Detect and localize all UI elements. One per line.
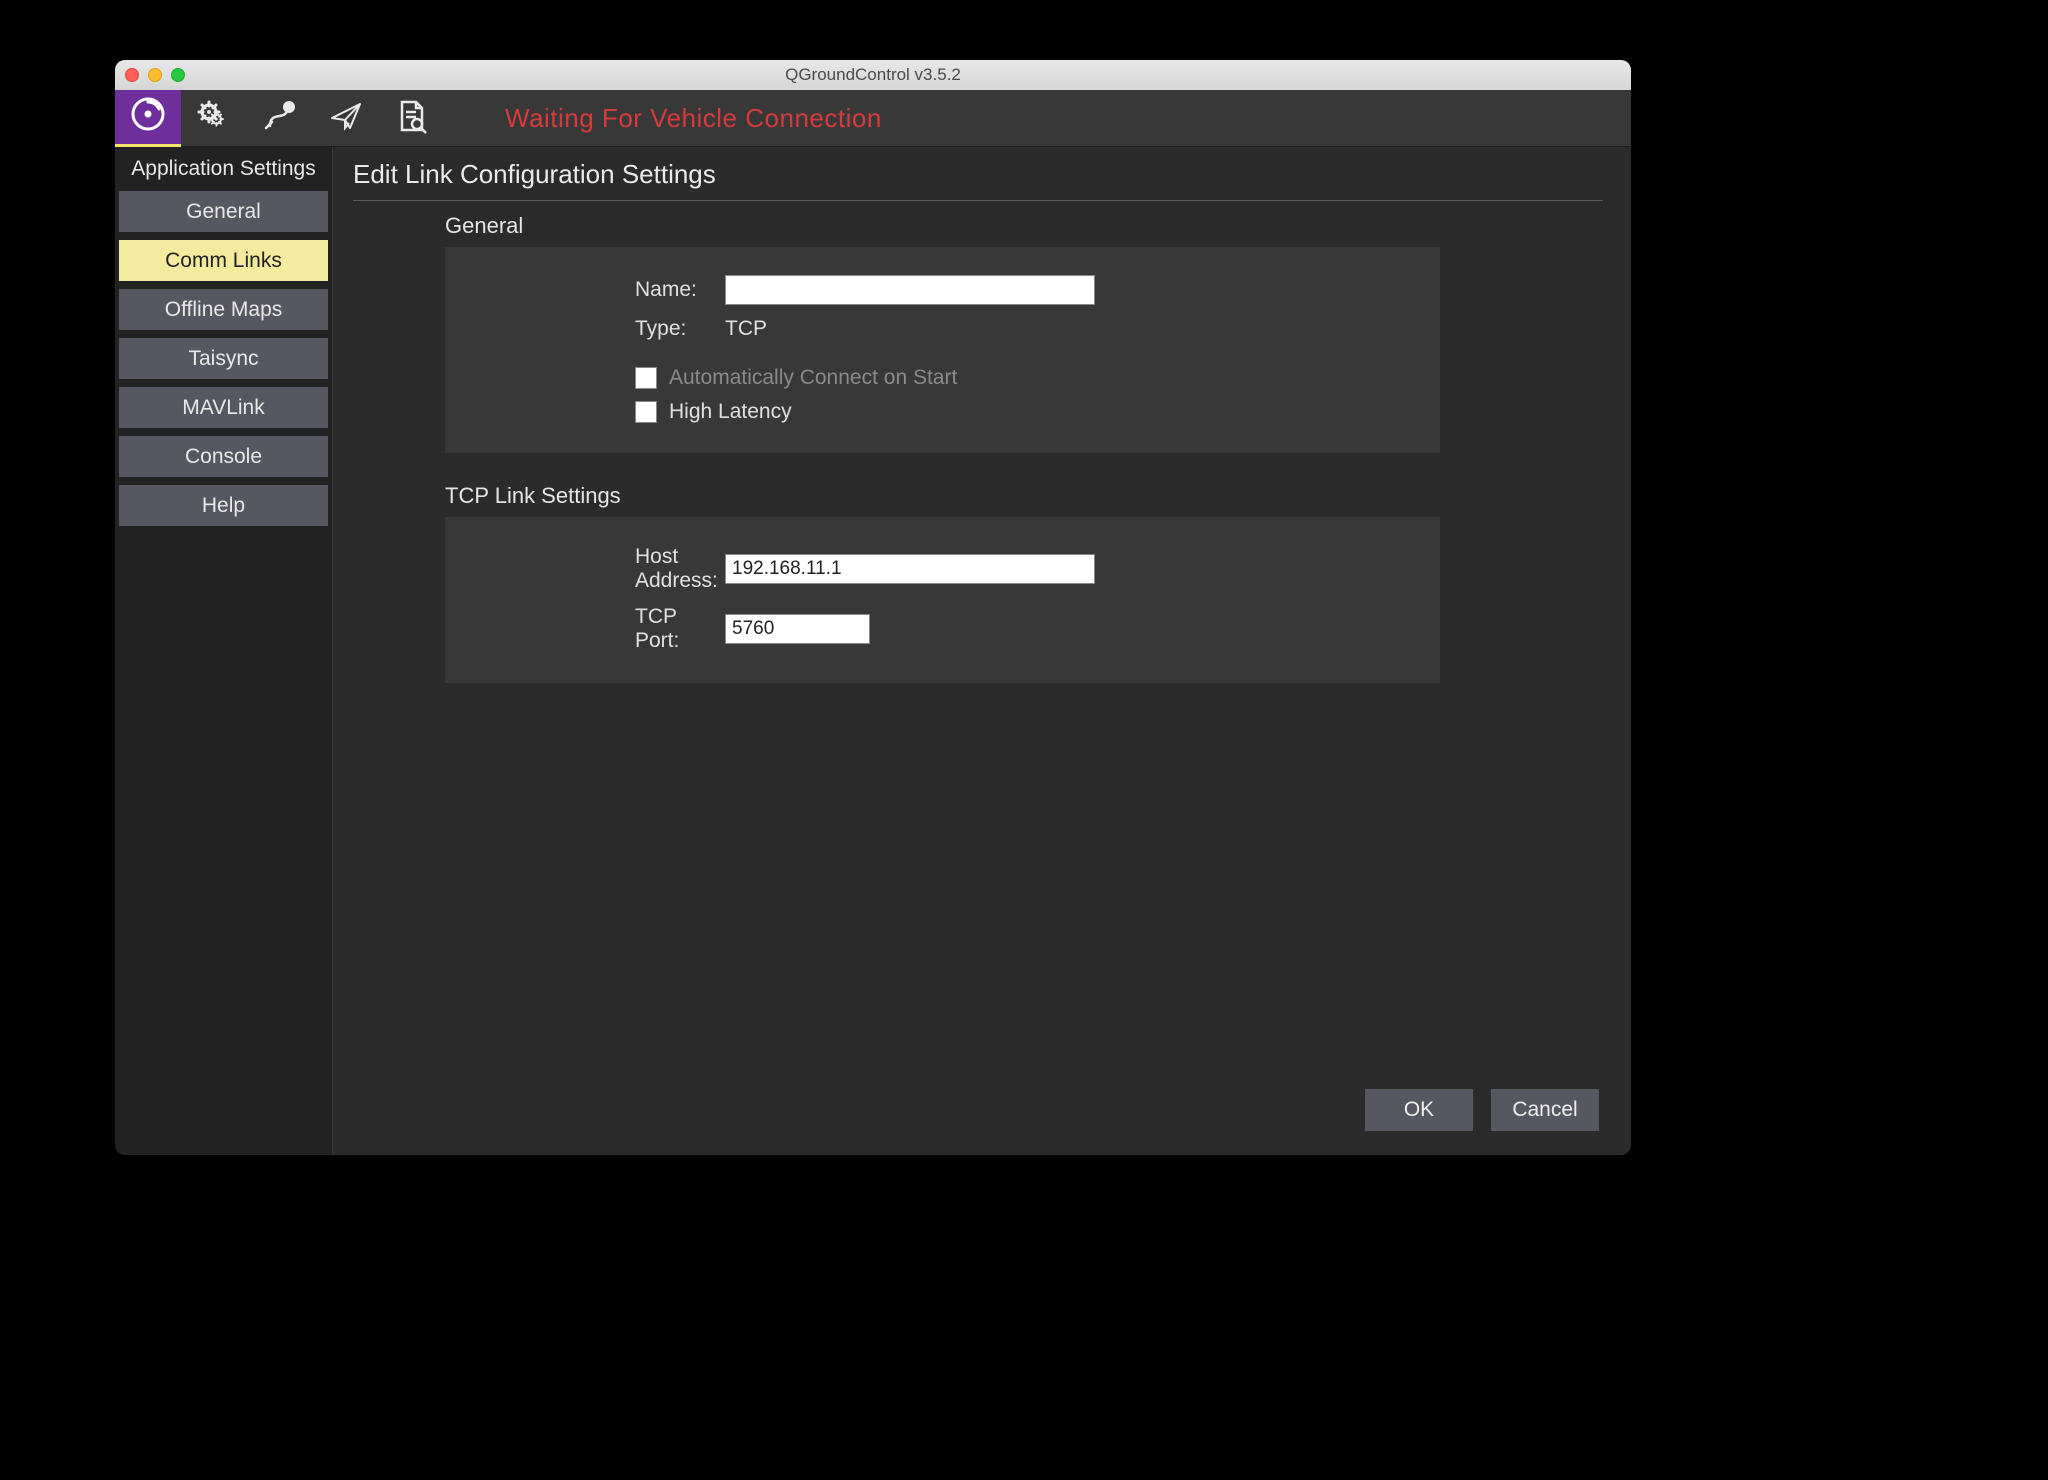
sidebar: Application Settings General Comm Links … — [115, 147, 333, 1155]
high-latency-row: High Latency — [465, 395, 1420, 429]
type-label: Type: — [465, 317, 725, 341]
port-row: TCP Port: — [465, 599, 1420, 659]
gears-icon — [196, 98, 232, 139]
sidebar-item-label: Comm Links — [165, 249, 282, 273]
auto-connect-checkbox[interactable] — [635, 367, 657, 389]
tcp-panel: Host Address: TCP Port: — [445, 517, 1440, 683]
type-value: TCP — [725, 317, 767, 341]
app-window: QGroundControl v3.5.2 B — [115, 60, 1631, 1155]
tcp-port-input[interactable] — [725, 614, 870, 644]
main-toolbar: B Waiting For Vehicle Connection — [115, 90, 1631, 147]
fly-toolbar-button[interactable] — [313, 90, 379, 147]
window-controls — [125, 68, 185, 82]
window-title: QGroundControl v3.5.2 — [115, 65, 1631, 85]
sidebar-item-mavlink[interactable]: MAVLink — [119, 387, 328, 428]
name-label: Name: — [465, 278, 725, 302]
sidebar-item-label: Help — [202, 494, 245, 518]
qgc-logo-icon — [130, 96, 166, 137]
document-search-icon — [394, 98, 430, 139]
sidebar-item-label: General — [186, 200, 261, 224]
minimize-window-button[interactable] — [148, 68, 162, 82]
plan-toolbar-button[interactable]: B — [247, 90, 313, 147]
waypoint-icon: B — [262, 98, 298, 139]
sidebar-title: Application Settings — [119, 155, 328, 187]
settings-toolbar-button[interactable] — [115, 90, 181, 147]
sidebar-item-label: Console — [185, 445, 262, 469]
high-latency-label: High Latency — [669, 400, 792, 424]
ok-button-label: OK — [1404, 1098, 1434, 1122]
titlebar: QGroundControl v3.5.2 — [115, 60, 1631, 90]
sidebar-item-comm-links[interactable]: Comm Links — [119, 240, 328, 281]
type-row: Type: TCP — [465, 311, 1420, 347]
page-title: Edit Link Configuration Settings — [353, 159, 1603, 200]
tcp-heading: TCP Link Settings — [445, 483, 1603, 509]
name-input[interactable] — [725, 275, 1095, 305]
sidebar-item-label: Offline Maps — [165, 298, 283, 322]
cancel-button[interactable]: Cancel — [1491, 1089, 1599, 1131]
port-label: TCP Port: — [465, 605, 725, 653]
maximize-window-button[interactable] — [171, 68, 185, 82]
analyze-toolbar-button[interactable] — [379, 90, 445, 147]
sidebar-item-taisync[interactable]: Taisync — [119, 338, 328, 379]
divider — [353, 200, 1603, 201]
sidebar-item-general[interactable]: General — [119, 191, 328, 232]
tcp-section: TCP Link Settings Host Address: TCP Port… — [445, 483, 1603, 683]
connection-status: Waiting For Vehicle Connection — [505, 103, 882, 134]
host-label: Host Address: — [465, 545, 725, 593]
ok-button[interactable]: OK — [1365, 1089, 1473, 1131]
sidebar-item-offline-maps[interactable]: Offline Maps — [119, 289, 328, 330]
sidebar-item-console[interactable]: Console — [119, 436, 328, 477]
host-row: Host Address: — [465, 539, 1420, 599]
dialog-buttons: OK Cancel — [353, 1069, 1603, 1135]
cancel-button-label: Cancel — [1512, 1098, 1577, 1122]
high-latency-checkbox[interactable] — [635, 401, 657, 423]
sidebar-item-help[interactable]: Help — [119, 485, 328, 526]
paper-plane-icon — [328, 98, 364, 139]
setup-toolbar-button[interactable] — [181, 90, 247, 147]
auto-connect-row: Automatically Connect on Start — [465, 361, 1420, 395]
close-window-button[interactable] — [125, 68, 139, 82]
sidebar-item-label: MAVLink — [182, 396, 264, 420]
host-address-input[interactable] — [725, 554, 1095, 584]
sidebar-item-label: Taisync — [188, 347, 258, 371]
svg-text:B: B — [286, 103, 292, 112]
content-area: Application Settings General Comm Links … — [115, 147, 1631, 1155]
name-row: Name: — [465, 269, 1420, 311]
general-heading: General — [445, 213, 1603, 239]
general-section: General Name: Type: TCP Automatically Co… — [445, 213, 1603, 453]
main-panel: Edit Link Configuration Settings General… — [333, 147, 1631, 1155]
general-panel: Name: Type: TCP Automatically Connect on… — [445, 247, 1440, 453]
auto-connect-label: Automatically Connect on Start — [669, 366, 957, 390]
